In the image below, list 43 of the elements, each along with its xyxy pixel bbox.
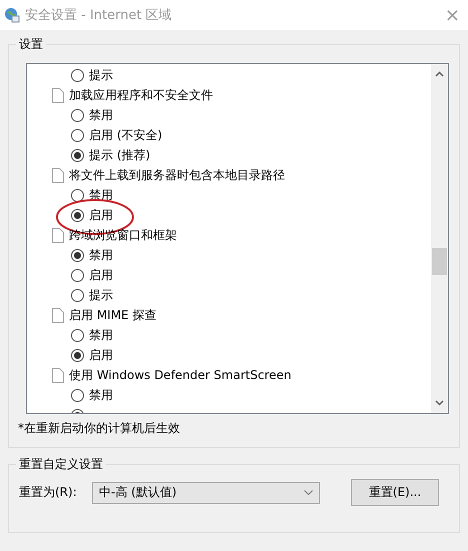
- reset-label: 重置为(R):: [19, 484, 78, 501]
- document-icon: [52, 88, 64, 102]
- setting-label: 使用 Windows Defender SmartScreen: [69, 366, 292, 384]
- radio-button[interactable]: [71, 108, 84, 122]
- document-icon: [52, 368, 64, 382]
- setting-label: 加载应用程序和不安全文件: [69, 86, 213, 104]
- radio-button[interactable]: [71, 128, 84, 142]
- scrollbar-thumb[interactable]: [432, 248, 447, 275]
- level-dropdown[interactable]: 中-高 (默认值): [92, 482, 320, 504]
- option-label: 提示: [89, 66, 113, 84]
- radio-button[interactable]: [71, 148, 84, 162]
- document-icon: [52, 228, 64, 242]
- radio-button[interactable]: [71, 288, 84, 302]
- note-text: *在重新启动你的计算机后生效: [18, 420, 181, 437]
- globe-icon: [4, 7, 20, 23]
- document-icon: [52, 308, 64, 322]
- reset-button[interactable]: 重置(E)...: [351, 479, 439, 506]
- radio-button[interactable]: [71, 388, 84, 402]
- scroll-up-icon[interactable]: [435, 71, 444, 77]
- option-label: 禁用: [89, 326, 113, 344]
- setting-label: 启用 MIME 探查: [69, 306, 156, 324]
- option-label: 禁用: [89, 246, 113, 264]
- option-label: 启用: [89, 266, 113, 284]
- window-title: 安全设置 - Internet 区域: [25, 7, 173, 24]
- scroll-down-icon[interactable]: [435, 400, 444, 406]
- radio-button[interactable]: [71, 328, 84, 342]
- option-label: 启用: [89, 206, 113, 224]
- radio-button[interactable]: [71, 248, 84, 262]
- document-icon: [52, 168, 64, 182]
- radio-button[interactable]: [71, 188, 84, 202]
- option-label: 提示 (推荐): [89, 146, 150, 164]
- group-title: 重置自定义设置: [16, 456, 106, 473]
- setting-label: 将文件上载到服务器时包含本地目录路径: [69, 166, 285, 184]
- chevron-down-icon: [304, 490, 313, 495]
- radio-button[interactable]: [71, 208, 84, 222]
- option-label: 提示: [89, 286, 113, 304]
- radio-button[interactable]: [71, 68, 84, 82]
- radio-button[interactable]: [71, 348, 84, 362]
- option-label: 禁用: [89, 106, 113, 124]
- option-label: 禁用: [89, 386, 113, 404]
- option-label: 启用 (不安全): [89, 126, 162, 144]
- radio-button[interactable]: [71, 268, 84, 282]
- option-label: 启用: [89, 346, 113, 364]
